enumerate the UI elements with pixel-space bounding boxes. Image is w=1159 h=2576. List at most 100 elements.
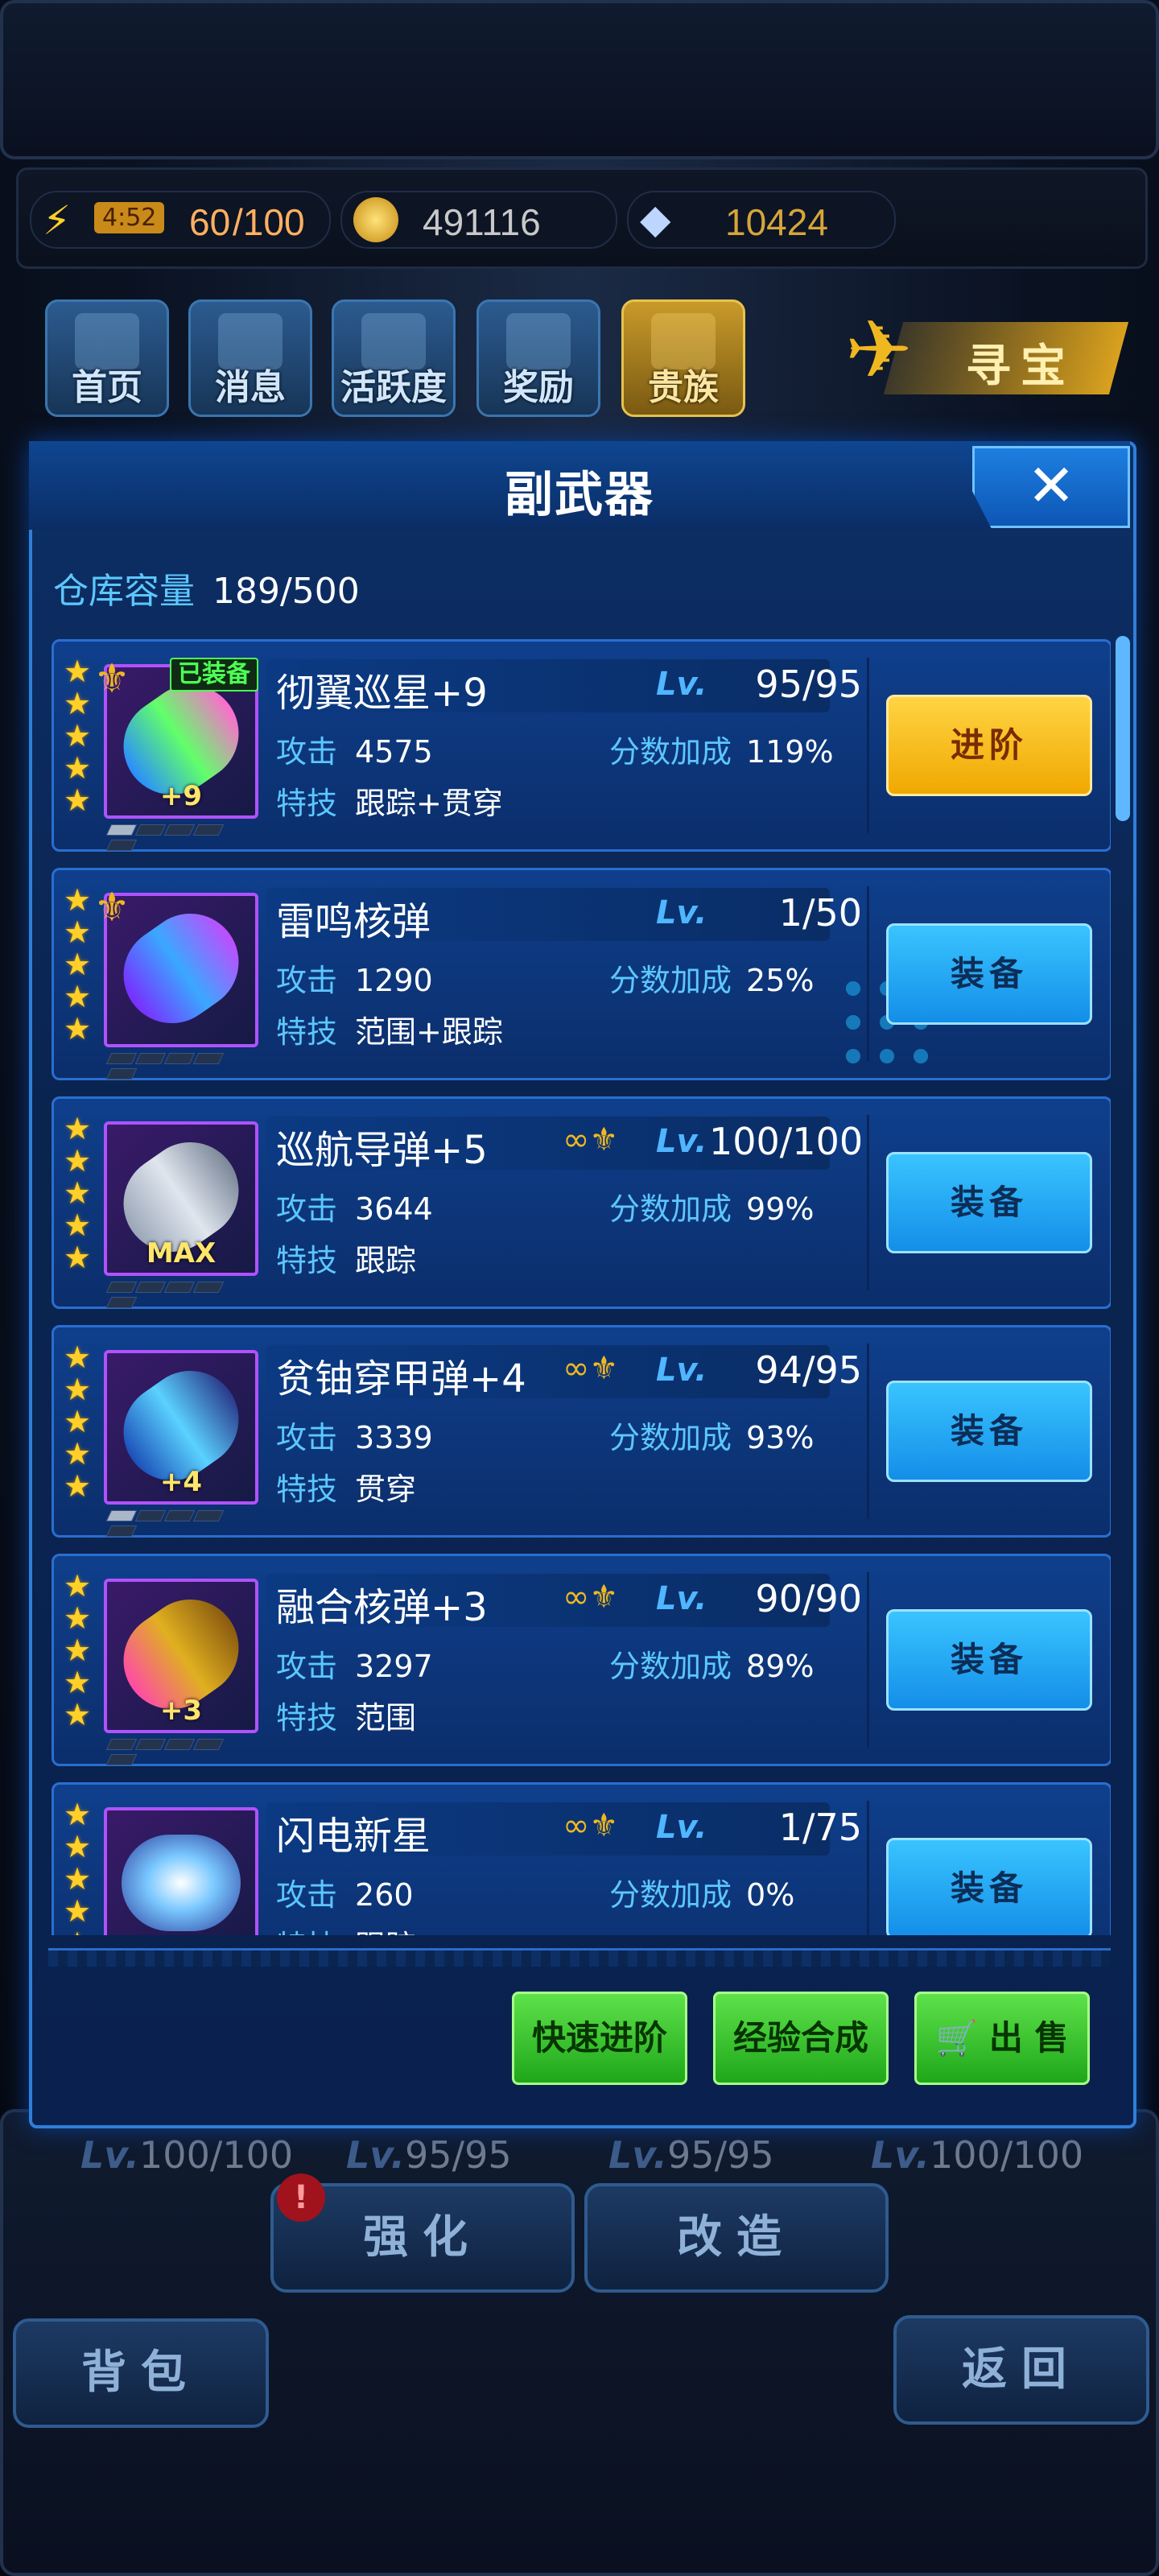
weapon-level: 1/75 — [778, 1806, 862, 1849]
progress-pips — [105, 1281, 250, 1308]
sell-button[interactable]: 🛒 出 售 — [914, 1992, 1090, 2085]
equip-button[interactable]: 装备 — [886, 1152, 1092, 1253]
enhance-level: +3 — [159, 1695, 203, 1727]
weapon-level: 94/95 — [755, 1348, 862, 1392]
weapon-card[interactable]: ★ ★ ★ ★ ★ MAX 巡航导弹+5 ∞⚜ Lv. 100/100 攻击 3644 分… — [52, 1096, 1111, 1309]
attack-row: 攻击 3644 — [276, 1184, 433, 1228]
bonus-value: 93% — [746, 1420, 815, 1455]
slot-level-value: 100/100 — [139, 2133, 294, 2177]
star-rating: ★★★★★ — [64, 1342, 94, 1503]
scrollbar-thumb[interactable] — [1116, 636, 1130, 821]
slot-level-3: Lv.95/95 — [608, 2133, 774, 2177]
nav-home-button[interactable]: 首页 — [45, 299, 169, 417]
skill-label: 特技 — [276, 1472, 338, 1507]
gold-resource[interactable]: 491116 — [340, 191, 617, 249]
gem-value: 10424 — [725, 201, 828, 243]
star-icon: ★ — [64, 1240, 92, 1275]
attack-label: 攻击 — [276, 1191, 338, 1227]
close-button[interactable]: ✕ — [972, 446, 1130, 528]
lightning-icon: ⚡ — [43, 197, 72, 244]
star-icon: ★ — [64, 686, 92, 721]
treasure-label: 寻宝 — [966, 341, 1075, 393]
lv-label: Lv. — [656, 1580, 707, 1617]
nav-rewards-label: 奖励 — [503, 367, 574, 408]
gem-resource[interactable]: ◆ 10424 — [627, 191, 896, 249]
exp-merge-button[interactable]: 经验合成 — [713, 1992, 889, 2085]
weapon-thumbnail[interactable]: +4 — [104, 1350, 258, 1505]
weapon-thumbnail[interactable] — [104, 1807, 258, 1935]
star-icon: ★ — [64, 1893, 92, 1929]
divider — [867, 1344, 869, 1519]
weapon-list[interactable]: ★ ★ ★ ★ ★ +9 ⚜ 已装备 彻翼巡星+9 Lv. 95/95 攻击 4575 分… — [48, 633, 1111, 1935]
star-icon: ★ — [64, 1665, 92, 1700]
nav-messages-label: 消息 — [215, 367, 286, 408]
energy-resource[interactable]: ⚡ 4:52 60 /100 — [30, 191, 331, 249]
equip-button[interactable]: 装备 — [886, 923, 1092, 1025]
weapon-thumbnail[interactable]: +3 — [104, 1579, 258, 1733]
star-icon: ★ — [64, 1928, 93, 1935]
bonus-label: 分数加成 — [609, 1649, 732, 1684]
link-emblem-icon: ∞⚜ — [563, 1350, 619, 1387]
gold-coin-icon — [353, 197, 398, 242]
skill-label: 特技 — [276, 1700, 338, 1736]
equipped-tag: 已装备 — [170, 658, 258, 691]
skill-value: 跟踪 — [355, 1243, 417, 1278]
nav-rewards-button[interactable]: 奖励 — [476, 299, 600, 417]
bag-button[interactable]: 背包 — [13, 2318, 269, 2428]
slot-level-2: Lv.95/95 — [346, 2133, 512, 2177]
attack-value: 260 — [355, 1877, 414, 1913]
weapon-card[interactable]: ★ ★ ★ ★ ★ +9 ⚜ 已装备 彻翼巡星+9 Lv. 95/95 攻击 4575 分… — [52, 639, 1111, 852]
weapon-card[interactable]: ★ ★ ★ ★ ★ +4 贫铀穿甲弹+4 ∞⚜ Lv. 94/95 攻击 3339 分数加… — [52, 1325, 1111, 1538]
modify-button[interactable]: 改造 — [584, 2183, 889, 2293]
weapon-thumbnail[interactable]: MAX — [104, 1121, 258, 1276]
nav-nobility-button[interactable]: 贵族 — [621, 299, 745, 417]
lv-tag: Lv. — [80, 2133, 140, 2177]
skill-label: 特技 — [276, 1929, 337, 1935]
weapon-card[interactable]: ★ ★ ★ ★ ★ +3 融合核弹+3 ∞⚜ Lv. 90/90 攻击 3297 分数加成… — [52, 1554, 1111, 1766]
slot-level-value: 100/100 — [930, 2133, 1084, 2177]
close-icon: ✕ — [1026, 452, 1076, 519]
advance-button[interactable]: 进阶 — [886, 695, 1092, 796]
equip-button[interactable]: 装备 — [886, 1609, 1092, 1711]
attack-label: 攻击 — [276, 734, 338, 770]
weapon-level: 100/100 — [709, 1120, 864, 1163]
star-rating: ★★★★★ — [64, 1571, 94, 1732]
bonus-row: 分数加成 0% — [609, 1870, 794, 1914]
weapon-card[interactable]: ★ ★ ★ ★ ★ ⚜ 雷鸣核弹 Lv. 1/50 攻击 1290 分数加成 25% 特技范… — [52, 868, 1111, 1080]
weapon-name: 贫铀穿甲弹+4 — [276, 1356, 526, 1402]
nav-messages-button[interactable]: 消息 — [188, 299, 312, 417]
attack-label: 攻击 — [276, 1420, 338, 1455]
back-button[interactable]: 返回 — [893, 2315, 1149, 2425]
star-icon: ★ — [64, 979, 92, 1014]
progress-pips — [105, 1509, 250, 1537]
attack-value: 3644 — [355, 1191, 433, 1227]
rank-emblem-icon: ⚜ — [93, 655, 130, 702]
attack-row: 攻击 1290 — [276, 956, 433, 1000]
link-emblem-icon: ∞⚜ — [563, 1121, 619, 1158]
energy-max: /100 — [233, 201, 305, 243]
equip-button[interactable]: 装备 — [886, 1838, 1092, 1935]
lv-label: Lv. — [656, 1352, 707, 1389]
lv-tag: Lv. — [346, 2133, 406, 2177]
energy-timer: 4:52 — [94, 202, 165, 233]
star-icon: ★ — [64, 1340, 92, 1375]
star-icon: ★ — [64, 1372, 92, 1407]
star-icon: ★ — [64, 1697, 92, 1732]
treasure-button[interactable]: ✈ 寻宝 — [845, 298, 1129, 411]
star-icon: ★ — [64, 1208, 92, 1243]
capacity-label: 仓库容量 — [53, 571, 195, 612]
equip-button[interactable]: 装备 — [886, 1381, 1092, 1482]
bonus-value: 99% — [746, 1191, 815, 1227]
attack-row: 攻击 260 — [276, 1870, 414, 1914]
nav-activity-button[interactable]: 活跃度 — [332, 299, 456, 417]
quick-advance-button[interactable]: 快速进阶 — [512, 1992, 687, 2085]
resource-bar: ⚡ 4:52 60 /100 491116 ◆ 10424 — [16, 167, 1148, 269]
skill-value: 范围+跟踪 — [355, 1014, 503, 1050]
weapon-name: 融合核弹+3 — [276, 1585, 488, 1630]
weapon-card[interactable]: ★★★★★ 闪电新星 ∞⚜ Lv. 1/75 攻击260 分数加成0% 特技跟踪… — [52, 1782, 1111, 1935]
star-icon: ★ — [64, 1468, 92, 1504]
lv-label: Lv. — [656, 1809, 707, 1846]
alert-badge: ! — [277, 2174, 325, 2222]
weapon-name: 彻翼巡星+9 — [276, 671, 488, 716]
star-icon: ★ — [64, 914, 92, 950]
